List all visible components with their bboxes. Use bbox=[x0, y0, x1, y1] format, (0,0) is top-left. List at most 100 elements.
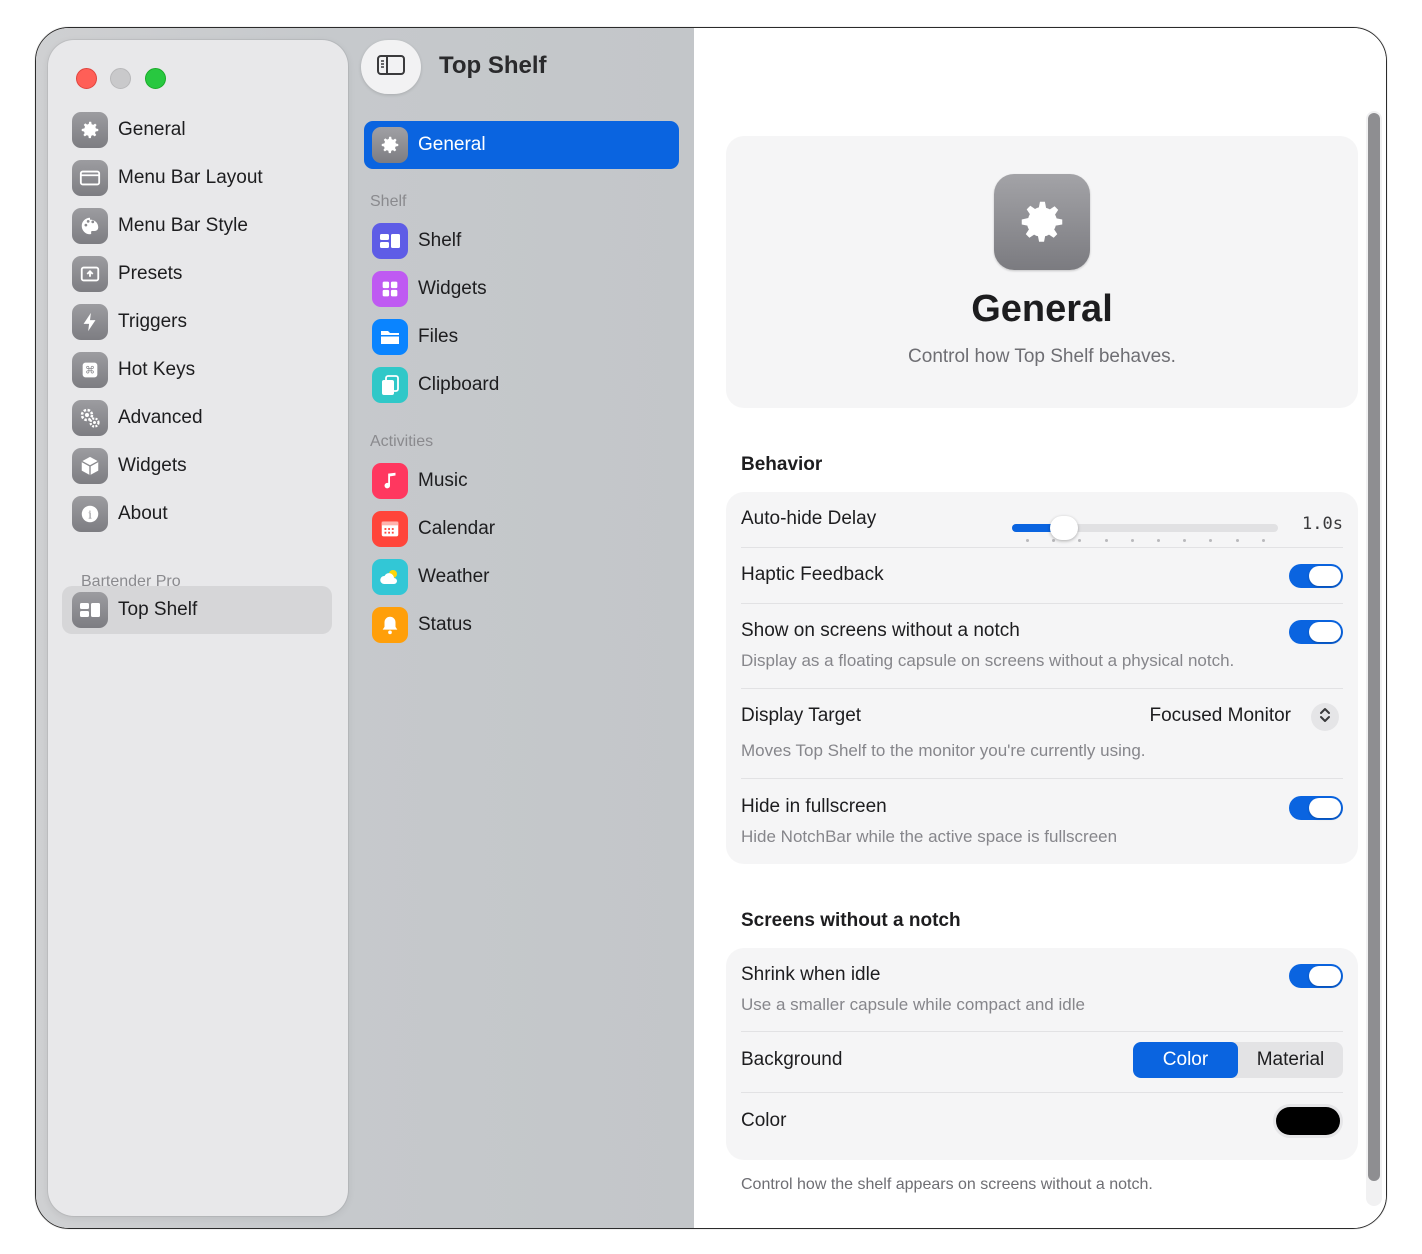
background-option-material[interactable]: Material bbox=[1238, 1042, 1343, 1078]
background-label: Background bbox=[741, 1049, 843, 1070]
slider-tick bbox=[1078, 539, 1082, 542]
bolt-icon bbox=[72, 304, 108, 340]
command-icon: ⌘ bbox=[72, 352, 108, 388]
hide-fullscreen-label: Hide in fullscreen bbox=[741, 796, 887, 817]
bell-icon bbox=[372, 607, 408, 643]
auto-hide-delay-value: 1.0s bbox=[1302, 514, 1343, 534]
show-without-notch-description: Display as a floating capsule on screens… bbox=[741, 651, 1235, 670]
shrink-when-idle-label: Shrink when idle bbox=[741, 964, 881, 985]
slider-tick bbox=[1104, 539, 1108, 542]
divider bbox=[741, 1031, 1343, 1032]
hide-fullscreen-toggle[interactable] bbox=[1289, 796, 1343, 820]
subnav-item-calendar[interactable]: Calendar bbox=[372, 508, 672, 550]
subnav-item-label: Status bbox=[418, 614, 472, 635]
gears-icon bbox=[72, 400, 108, 436]
settings-window: General Menu Bar Layout Menu Bar Style P… bbox=[35, 27, 1387, 1229]
grid-icon bbox=[372, 271, 408, 307]
haptic-feedback-toggle[interactable] bbox=[1289, 564, 1343, 588]
display-target-value[interactable]: Focused Monitor bbox=[1149, 705, 1291, 727]
slider-tick bbox=[1052, 539, 1056, 542]
slider-tick bbox=[1130, 539, 1134, 542]
subnav-item-label: Calendar bbox=[418, 518, 496, 539]
subnav-item-music[interactable]: Music bbox=[372, 460, 672, 502]
page-header-card: General Control how Top Shelf behaves. bbox=[726, 136, 1358, 408]
sidebar-item-widgets[interactable]: Widgets bbox=[72, 445, 342, 487]
subnav-item-files[interactable]: Files bbox=[372, 316, 672, 358]
sidebar-item-presets[interactable]: Presets bbox=[72, 253, 342, 295]
shrink-when-idle-row: Shrink when idle Use a smaller capsule w… bbox=[741, 962, 1343, 1022]
gear-icon bbox=[72, 112, 108, 148]
main-sidebar: General Menu Bar Layout Menu Bar Style P… bbox=[48, 40, 348, 1216]
sidebar-item-label: Top Shelf bbox=[118, 599, 198, 620]
slider-tick bbox=[1183, 539, 1187, 542]
sidebar-item-advanced[interactable]: Advanced bbox=[72, 397, 342, 439]
divider bbox=[741, 1092, 1343, 1093]
svg-text:⌘: ⌘ bbox=[85, 366, 95, 377]
sidebar-item-general[interactable]: General bbox=[72, 109, 342, 151]
hide-fullscreen-row: Hide in fullscreen Hide NotchBar while t… bbox=[741, 794, 1343, 854]
zoom-window-button[interactable] bbox=[145, 68, 166, 89]
divider bbox=[741, 688, 1343, 689]
sidebar-item-label: Hot Keys bbox=[118, 359, 196, 380]
subnav-section-activities: Activities bbox=[370, 433, 434, 450]
minimize-window-button[interactable] bbox=[110, 68, 131, 89]
toggle-sidebar-button[interactable] bbox=[361, 40, 421, 94]
background-segmented-control: Color Material bbox=[1133, 1042, 1343, 1078]
screens-section-title: Screens without a notch bbox=[741, 910, 961, 931]
subnav-item-clipboard[interactable]: Clipboard bbox=[372, 364, 672, 406]
divider bbox=[741, 778, 1343, 779]
display-target-popup-button[interactable] bbox=[1311, 703, 1339, 731]
window-title: Top Shelf bbox=[439, 52, 547, 79]
auto-hide-delay-label: Auto-hide Delay bbox=[741, 508, 877, 529]
auto-hide-delay-slider[interactable] bbox=[1012, 514, 1278, 544]
color-swatch bbox=[1276, 1107, 1340, 1135]
behavior-section-title: Behavior bbox=[741, 454, 823, 475]
subnav-item-label: General bbox=[418, 134, 486, 155]
subnav-item-general[interactable]: General bbox=[372, 124, 672, 166]
sidebar-item-label: General bbox=[118, 119, 186, 140]
subnav-item-label: Files bbox=[418, 326, 459, 347]
show-without-notch-label: Show on screens without a notch bbox=[741, 620, 1020, 641]
clipboard-icon bbox=[372, 367, 408, 403]
shrink-when-idle-toggle[interactable] bbox=[1289, 964, 1343, 988]
sidebar-item-label: Menu Bar Layout bbox=[118, 167, 263, 188]
sidebar-item-hot-keys[interactable]: ⌘ Hot Keys bbox=[72, 349, 342, 391]
subnav-item-shelf[interactable]: Shelf bbox=[372, 220, 672, 262]
background-option-color[interactable]: Color bbox=[1133, 1042, 1238, 1078]
sidebar-item-menu-bar-style[interactable]: Menu Bar Style bbox=[72, 205, 342, 247]
info-icon: i bbox=[72, 496, 108, 532]
gear-icon bbox=[994, 174, 1090, 270]
divider bbox=[741, 603, 1343, 604]
sidebar-item-label: Widgets bbox=[118, 455, 187, 476]
sidebar-item-label: Presets bbox=[118, 263, 183, 284]
sidebar-item-top-shelf[interactable]: Top Shelf bbox=[72, 589, 342, 631]
color-well[interactable] bbox=[1273, 1104, 1343, 1138]
sidebar-item-about[interactable]: i About bbox=[72, 493, 342, 535]
chevron-up-down-icon bbox=[1318, 706, 1332, 729]
slider-tick bbox=[1157, 539, 1160, 542]
screens-group: Shrink when idle Use a smaller capsule w… bbox=[726, 948, 1358, 1160]
weather-icon bbox=[372, 559, 408, 595]
hide-fullscreen-description: Hide NotchBar while the active space is … bbox=[741, 827, 1118, 846]
subnav-section-shelf: Shelf bbox=[370, 193, 407, 210]
subnav-item-weather[interactable]: Weather bbox=[372, 556, 672, 598]
sidebar-item-label: Advanced bbox=[118, 407, 203, 428]
auto-hide-delay-row: Auto-hide Delay 1.0s bbox=[741, 506, 1343, 546]
shrink-when-idle-description: Use a smaller capsule while compact and … bbox=[741, 995, 1085, 1014]
slider-knob[interactable] bbox=[1050, 516, 1079, 540]
subnav-item-status[interactable]: Status bbox=[372, 604, 672, 646]
subnav-item-label: Clipboard bbox=[418, 374, 500, 395]
sidebar-item-triggers[interactable]: Triggers bbox=[72, 301, 342, 343]
show-without-notch-toggle[interactable] bbox=[1289, 620, 1343, 644]
sidebar-toggle-icon bbox=[376, 53, 406, 82]
calendar-icon bbox=[372, 511, 408, 547]
close-window-button[interactable] bbox=[76, 68, 97, 89]
sidebar-item-label: Menu Bar Style bbox=[118, 215, 248, 236]
top-shelf-icon bbox=[72, 592, 108, 628]
subnav-item-widgets[interactable]: Widgets bbox=[372, 268, 672, 310]
page-subtitle: Control how Top Shelf behaves. bbox=[908, 346, 1176, 367]
svg-text:i: i bbox=[88, 509, 92, 522]
sidebar-item-menu-bar-layout[interactable]: Menu Bar Layout bbox=[72, 157, 342, 199]
scrollbar-thumb[interactable] bbox=[1368, 113, 1380, 1181]
subnav-item-label: Shelf bbox=[418, 230, 462, 251]
